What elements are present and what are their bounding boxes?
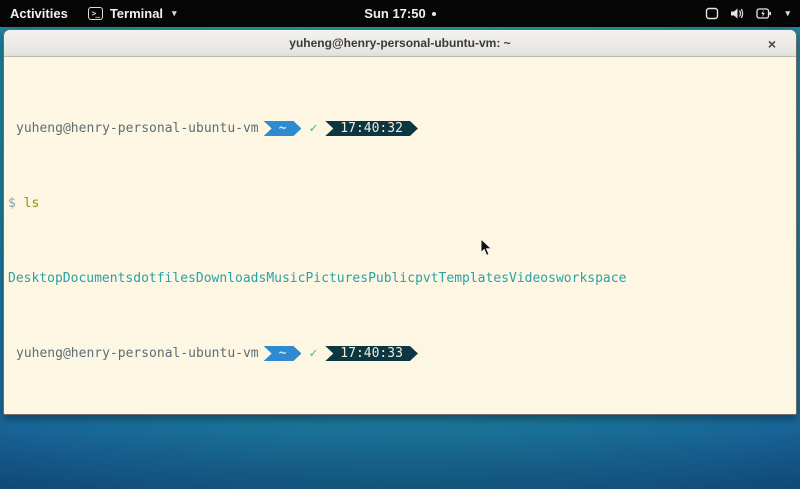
prompt-path-segment: ~ [264,346,302,361]
clock-label: Sun 17:50 [364,6,425,21]
directory-entry: Public [368,271,415,286]
window-title: yuheng@henry-personal-ubuntu-vm: ~ [289,36,510,50]
activities-label: Activities [10,6,68,21]
close-icon[interactable]: × [762,30,782,57]
directory-entry: pvt [415,271,438,286]
prompt-time-segment: 17:40:32 [325,121,418,136]
directory-entry: Downloads [196,271,266,286]
clock-button[interactable]: Sun 17:50 [364,6,435,21]
prompt-line: yuheng@henry-personal-ubuntu-vm ~ ✓ 17:4… [8,346,792,361]
terminal-window: yuheng@henry-personal-ubuntu-vm: ~ × yuh… [3,29,797,415]
notification-dot-icon [432,12,436,16]
volume-icon [730,7,745,20]
directory-entry: Templates [439,271,509,286]
directory-entry: dotfiles [133,271,196,286]
directory-entry: Desktop [8,271,63,286]
mouse-cursor-icon [480,238,493,257]
prompt-user-host: yuheng@henry-personal-ubuntu-vm [16,121,259,136]
system-tray[interactable]: ▾ [695,0,800,27]
command-text: ls [24,196,40,211]
check-icon: ✓ [309,346,317,361]
prompt-time-segment: 17:40:33 [325,346,418,361]
window-titlebar[interactable]: yuheng@henry-personal-ubuntu-vm: ~ × [4,30,796,57]
screen-icon [705,7,719,20]
prompt-line: yuheng@henry-personal-ubuntu-vm ~ ✓ 17:4… [8,121,792,136]
app-menu-label: Terminal [110,6,163,21]
ls-output-line: Desktop Documents dotfiles Downloads Mus… [8,271,792,286]
battery-charging-icon [756,7,772,20]
directory-entry: Documents [63,271,133,286]
chevron-down-icon: ▾ [785,8,790,19]
check-icon: ✓ [309,121,317,136]
directory-entry: Pictures [305,271,368,286]
prompt-user-host: yuheng@henry-personal-ubuntu-vm [16,346,259,361]
directory-entry: Videos [509,271,556,286]
chevron-down-icon: ▾ [172,8,177,19]
app-menu-terminal[interactable]: >_ Terminal ▾ [78,0,187,27]
prompt-path-segment: ~ [264,121,302,136]
terminal-screen[interactable]: yuheng@henry-personal-ubuntu-vm ~ ✓ 17:4… [4,58,796,414]
activities-button[interactable]: Activities [0,0,78,27]
dollar-prompt: $ [8,196,16,211]
desktop-background: yuheng@henry-personal-ubuntu-vm: ~ × yuh… [0,27,800,489]
command-line: $ ls [8,196,792,211]
top-bar: Activities >_ Terminal ▾ Sun 17:50 ▾ [0,0,800,27]
directory-entry: Music [266,271,305,286]
terminal-app-icon: >_ [88,7,103,20]
directory-entry: workspace [556,271,626,286]
